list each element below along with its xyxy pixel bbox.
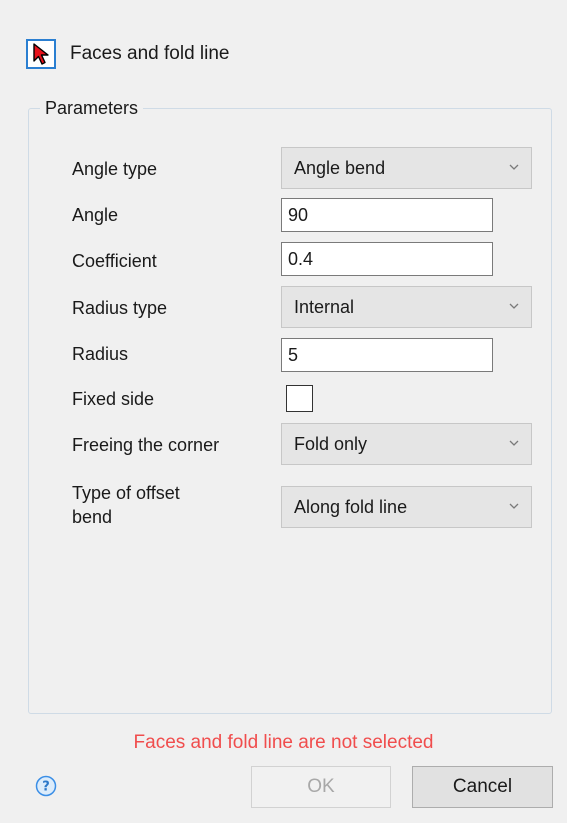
radius-type-dropdown[interactable]: Internal xyxy=(281,286,532,328)
offset-bend-label-line2: bend xyxy=(72,507,113,527)
coefficient-value: 0.4 xyxy=(288,248,314,269)
chevron-down-icon xyxy=(509,164,519,170)
chevron-down-icon xyxy=(509,440,519,446)
angle-input[interactable]: 90 xyxy=(281,198,493,232)
angle-type-value: Angle bend xyxy=(294,157,386,178)
coefficient-input[interactable]: 0.4 xyxy=(281,242,493,276)
angle-label: Angle xyxy=(72,205,119,225)
radius-input[interactable]: 5 xyxy=(281,338,493,372)
cancel-button[interactable]: Cancel xyxy=(412,766,553,808)
fixed-side-label: Fixed side xyxy=(72,389,155,409)
offset-bend-dropdown[interactable]: Along fold line xyxy=(281,486,532,528)
freeing-corner-dropdown[interactable]: Fold only xyxy=(281,423,532,465)
angle-type-dropdown[interactable]: Angle bend xyxy=(281,147,532,189)
offset-bend-label-line1: Type of offset xyxy=(72,483,180,503)
freeing-corner-label: Freeing the corner xyxy=(72,435,220,455)
radius-type-label: Radius type xyxy=(72,298,168,318)
ok-button[interactable]: OK xyxy=(251,766,391,808)
offset-bend-label: Type of offset bend xyxy=(72,481,180,529)
radius-label: Radius xyxy=(72,344,129,364)
select-faces-button[interactable] xyxy=(26,39,56,69)
svg-text:?: ? xyxy=(42,780,50,795)
chevron-down-icon xyxy=(509,503,519,509)
chevron-down-icon xyxy=(509,303,519,309)
help-icon[interactable]: ? xyxy=(35,775,57,797)
dialog-header: Faces and fold line xyxy=(26,37,230,71)
status-message: Faces and fold line are not selected xyxy=(133,732,434,753)
angle-value: 90 xyxy=(288,204,309,225)
angle-type-label: Angle type xyxy=(72,159,158,179)
coefficient-label: Coefficient xyxy=(72,251,157,271)
offset-bend-value: Along fold line xyxy=(294,496,408,517)
radius-value: 5 xyxy=(288,344,299,365)
radius-type-value: Internal xyxy=(294,296,355,317)
cursor-arrow-icon xyxy=(33,43,49,65)
fixed-side-checkbox[interactable] xyxy=(286,385,313,412)
freeing-corner-value: Fold only xyxy=(294,433,368,454)
selection-title: Faces and fold line xyxy=(70,43,230,64)
parameters-legend: Parameters xyxy=(40,96,144,120)
